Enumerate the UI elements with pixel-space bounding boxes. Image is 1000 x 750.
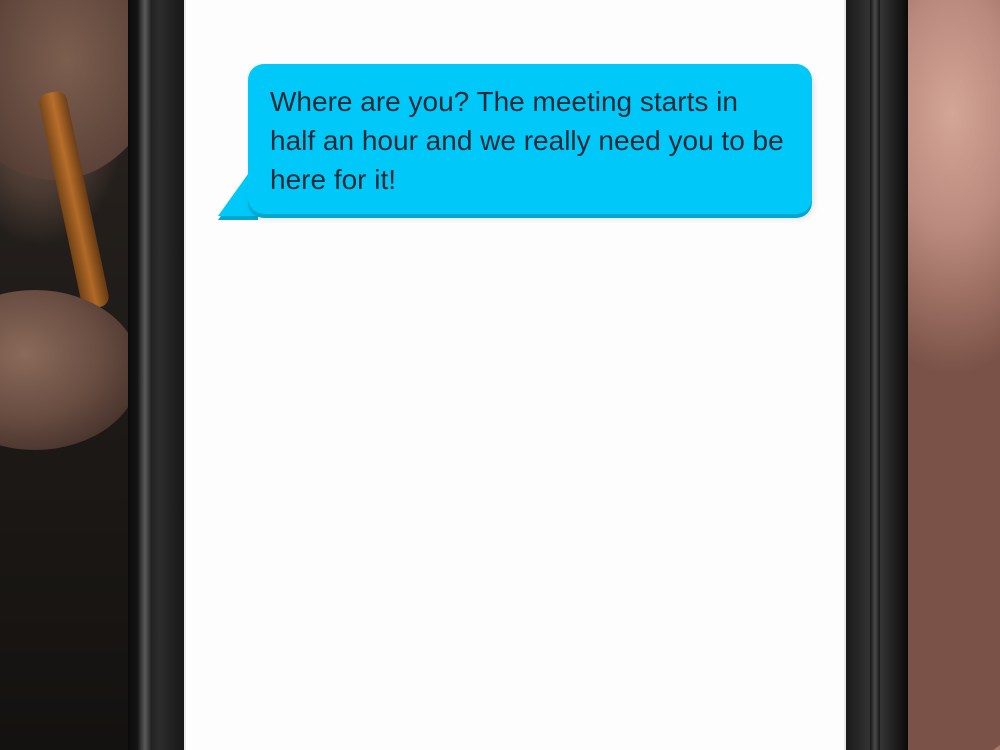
message-text: Where are you? The meeting starts in hal… — [270, 86, 784, 195]
thumb-left — [0, 290, 140, 450]
scene: Where are you? The meeting starts in hal… — [0, 0, 1000, 750]
phone-edge-right — [870, 0, 880, 750]
phone-edge-left — [138, 0, 152, 750]
